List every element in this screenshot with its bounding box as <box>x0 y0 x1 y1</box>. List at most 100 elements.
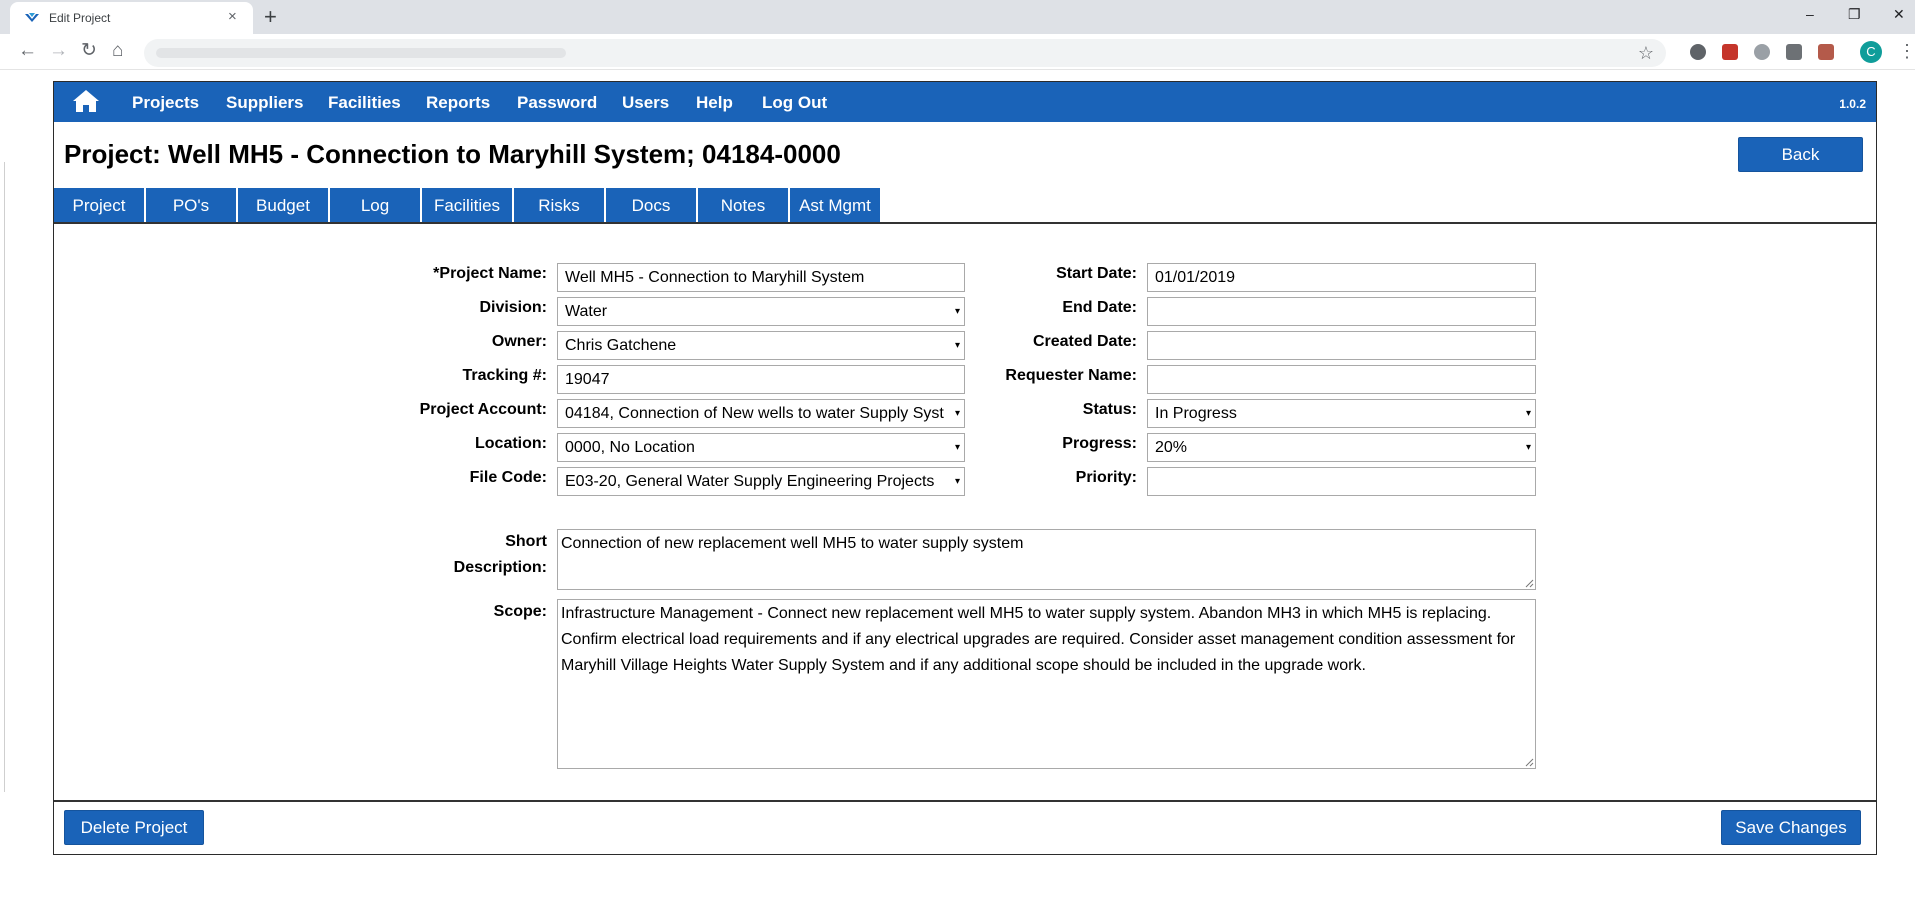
project-account-label: Project Account: <box>419 401 547 418</box>
window-edge <box>0 162 5 792</box>
dropdown-caret-icon: ▾ <box>954 340 960 351</box>
restore-window-icon[interactable]: ❐ <box>1848 4 1861 24</box>
file-code-select[interactable]: E03-20, General Water Supply Engineering… <box>557 467 965 496</box>
nav-users[interactable]: Users <box>622 93 669 113</box>
created-date-input[interactable] <box>1147 331 1536 360</box>
minimize-window-icon[interactable]: – <box>1806 4 1814 24</box>
url-text <box>156 48 566 58</box>
tab-facilities[interactable]: Facilities <box>422 188 512 223</box>
profile-avatar[interactable]: C <box>1860 41 1882 63</box>
browser-menu-icon[interactable]: ⋮ <box>1898 39 1915 63</box>
app-version: 1.0.2 <box>1839 97 1866 111</box>
start-date-label: Start Date: <box>1056 265 1137 282</box>
short-description-label-line1: Short <box>505 533 547 550</box>
start-date-input[interactable]: 01/01/2019 <box>1147 263 1536 292</box>
status-select[interactable]: In Progress ▾ <box>1147 399 1536 428</box>
app-frame: Projects Suppliers Facilities Reports Pa… <box>53 81 1877 855</box>
tab-docs[interactable]: Docs <box>606 188 696 223</box>
status-value: In Progress <box>1155 405 1237 422</box>
save-changes-button[interactable]: Save Changes <box>1721 810 1861 845</box>
scope-text: Infrastructure Management - Connect new … <box>561 605 1516 674</box>
cast-extension-icon[interactable] <box>1818 44 1834 60</box>
file-code-label: File Code: <box>469 469 547 486</box>
nav-log-out[interactable]: Log Out <box>762 93 827 113</box>
close-window-icon[interactable]: ✕ <box>1893 4 1905 24</box>
forward-arrow-icon[interactable]: → <box>49 39 68 63</box>
grammar-extension-icon[interactable] <box>1786 44 1802 60</box>
short-description-label-line2: Description: <box>453 559 547 576</box>
owner-select[interactable]: Chris Gatchene ▾ <box>557 331 965 360</box>
division-select[interactable]: Water ▾ <box>557 297 965 326</box>
tab-notes[interactable]: Notes <box>698 188 788 223</box>
tab-budget[interactable]: Budget <box>238 188 328 223</box>
progress-label: Progress: <box>1062 435 1137 452</box>
project-account-value: 04184, Connection of New wells to water … <box>565 405 944 422</box>
tab-risks[interactable]: Risks <box>514 188 604 223</box>
dropdown-caret-icon: ▾ <box>954 306 960 317</box>
extension-icon[interactable] <box>1754 44 1770 60</box>
tab-log[interactable]: Log <box>330 188 420 223</box>
tracking-label: Tracking #: <box>462 367 547 384</box>
dropdown-caret-icon: ▾ <box>954 408 960 419</box>
close-tab-icon[interactable]: × <box>228 7 237 27</box>
nav-help[interactable]: Help <box>696 93 733 113</box>
dropdown-caret-icon: ▾ <box>954 476 960 487</box>
page-title: Project: Well MH5 - Connection to Maryhi… <box>64 139 841 169</box>
home-icon[interactable] <box>72 89 100 113</box>
short-description-textarea[interactable]: Connection of new replacement well MH5 t… <box>557 529 1536 590</box>
reload-icon[interactable]: ↻ <box>81 39 97 63</box>
priority-input[interactable] <box>1147 467 1536 496</box>
status-label: Status: <box>1082 401 1137 418</box>
bookmark-star-icon[interactable]: ☆ <box>1638 42 1654 64</box>
owner-label: Owner: <box>491 333 547 350</box>
requester-name-input[interactable] <box>1147 365 1536 394</box>
end-date-input[interactable] <box>1147 297 1536 326</box>
extension-icon[interactable] <box>1690 44 1706 60</box>
nav-reports[interactable]: Reports <box>426 93 490 113</box>
nav-password[interactable]: Password <box>517 93 597 113</box>
nav-projects[interactable]: Projects <box>132 93 199 113</box>
tracking-input[interactable]: 19047 <box>557 365 965 394</box>
project-name-input[interactable]: Well MH5 - Connection to Maryhill System <box>557 263 965 292</box>
tab-divider <box>54 222 1876 224</box>
address-bar[interactable]: ☆ <box>144 39 1666 67</box>
owner-value: Chris Gatchene <box>565 337 677 354</box>
dropdown-caret-icon: ▾ <box>1525 408 1531 419</box>
back-arrow-icon[interactable]: ← <box>18 39 37 63</box>
dropdown-caret-icon: ▾ <box>954 442 960 453</box>
browser-tab[interactable]: Edit Project × <box>10 2 253 34</box>
location-value: 0000, No Location <box>565 439 695 456</box>
division-value: Water <box>565 303 608 320</box>
tab-pos[interactable]: PO's <box>146 188 236 223</box>
short-description-text: Connection of new replacement well MH5 t… <box>561 535 1024 552</box>
file-code-value: E03-20, General Water Supply Engineering… <box>565 473 935 490</box>
scope-textarea[interactable]: Infrastructure Management - Connect new … <box>557 599 1536 769</box>
tab-project[interactable]: Project <box>54 188 144 223</box>
browser-tab-bar: Edit Project × + – ❐ ✕ <box>0 0 1915 34</box>
division-label: Division: <box>479 299 547 316</box>
browser-toolbar: ← → ↻ ⌂ ☆ C ⋮ <box>0 34 1915 70</box>
app-favicon-icon <box>25 13 39 22</box>
home-icon[interactable]: ⌂ <box>112 39 123 63</box>
main-navbar: Projects Suppliers Facilities Reports Pa… <box>54 82 1876 122</box>
resize-grip-icon[interactable] <box>1525 579 1534 588</box>
progress-select[interactable]: 20% ▾ <box>1147 433 1536 462</box>
created-date-label: Created Date: <box>1032 333 1137 350</box>
nav-facilities[interactable]: Facilities <box>328 93 401 113</box>
footer-divider <box>54 800 1876 802</box>
nav-suppliers[interactable]: Suppliers <box>226 93 303 113</box>
dropdown-caret-icon: ▾ <box>1525 442 1531 453</box>
location-label: Location: <box>475 435 547 452</box>
pdf-extension-icon[interactable] <box>1722 44 1738 60</box>
scope-label: Scope: <box>493 603 547 620</box>
requester-name-label: Requester Name: <box>1005 367 1137 384</box>
back-button[interactable]: Back <box>1738 137 1863 172</box>
resize-grip-icon[interactable] <box>1525 758 1534 767</box>
delete-project-button[interactable]: Delete Project <box>64 810 204 845</box>
project-account-select[interactable]: 04184, Connection of New wells to water … <box>557 399 965 428</box>
browser-tab-title: Edit Project <box>49 11 111 25</box>
tab-ast-mgmt[interactable]: Ast Mgmt <box>790 188 880 223</box>
priority-label: Priority: <box>1075 469 1137 486</box>
new-tab-icon[interactable]: + <box>264 3 277 31</box>
location-select[interactable]: 0000, No Location ▾ <box>557 433 965 462</box>
